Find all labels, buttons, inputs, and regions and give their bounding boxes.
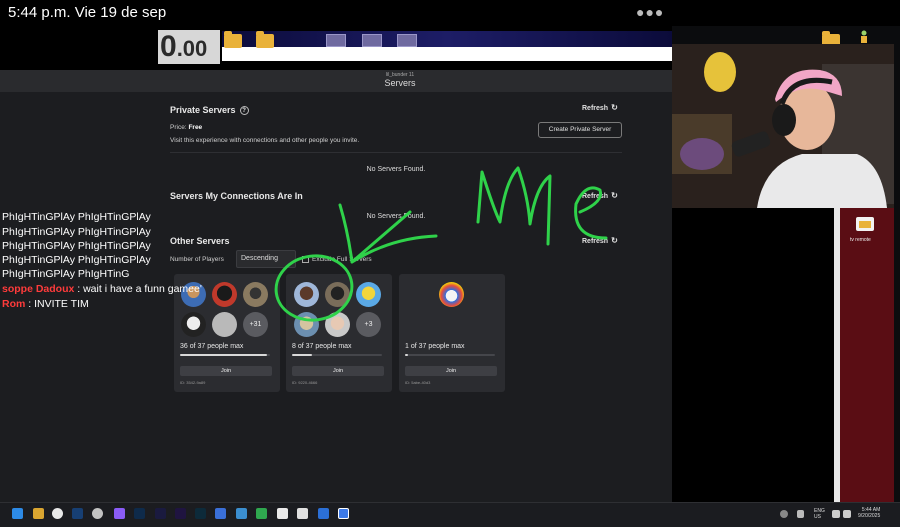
app-icon[interactable] bbox=[338, 508, 349, 519]
app-icon[interactable] bbox=[236, 508, 247, 519]
volume-icon[interactable] bbox=[843, 510, 851, 518]
annotation-circle bbox=[274, 254, 354, 322]
app-icon[interactable] bbox=[277, 508, 288, 519]
annotation-letter-e bbox=[574, 186, 608, 240]
premiere-icon[interactable] bbox=[175, 508, 186, 519]
microphone-icon[interactable] bbox=[797, 510, 804, 518]
annotation-letter-m bbox=[476, 166, 552, 246]
app-icon[interactable] bbox=[318, 508, 329, 519]
screen: 5:44 p.m. Vie 19 de sep ●●● 0.00 lil_bun… bbox=[0, 0, 900, 527]
photoshop-icon[interactable] bbox=[134, 508, 145, 519]
system-clock[interactable]: 5:44 AM 9/20/2025 bbox=[858, 507, 880, 519]
annotation-arrow bbox=[338, 203, 438, 264]
annotation-layer bbox=[274, 166, 608, 322]
app-icon[interactable] bbox=[92, 508, 103, 519]
language-indicator[interactable]: ENG US bbox=[814, 508, 825, 520]
app-icon[interactable] bbox=[215, 508, 226, 519]
app-icon[interactable] bbox=[256, 508, 267, 519]
browser-icon[interactable] bbox=[52, 508, 63, 519]
tray-icon[interactable] bbox=[780, 510, 788, 518]
app-icon[interactable] bbox=[297, 508, 308, 519]
steam-icon[interactable] bbox=[72, 508, 83, 519]
lightroom-icon[interactable] bbox=[195, 508, 206, 519]
start-icon[interactable] bbox=[12, 508, 23, 519]
network-icon[interactable] bbox=[832, 510, 840, 518]
file-explorer-icon[interactable] bbox=[33, 508, 44, 519]
after-effects-icon[interactable] bbox=[155, 508, 166, 519]
app-icon[interactable] bbox=[114, 508, 125, 519]
